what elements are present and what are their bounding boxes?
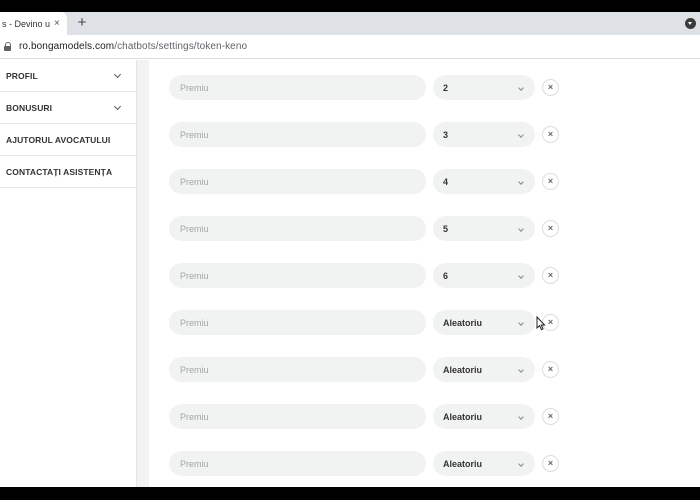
close-icon[interactable]: × (54, 18, 60, 29)
select-value: Aleatoriu (443, 411, 483, 422)
chevron-down-icon (518, 226, 524, 232)
close-icon: × (547, 364, 554, 374)
chevron-down-icon (518, 367, 524, 373)
prize-row: Aleatoriu × (149, 404, 700, 430)
chevron-down-icon (518, 85, 524, 91)
close-icon: × (547, 223, 554, 233)
remove-row-button[interactable]: × (542, 126, 559, 143)
sidebar: PROFIL BONUSURI AJUTORUL AVOCATULUI CONT… (0, 60, 137, 487)
chevron-down-icon (113, 102, 122, 110)
sidebar-item-profil[interactable]: PROFIL (0, 60, 136, 92)
chevron-down-icon (518, 132, 524, 138)
prize-value-select[interactable]: Aleatoriu (433, 404, 535, 429)
prize-value-select[interactable]: 3 (433, 122, 535, 147)
prize-row: 2 × (149, 75, 700, 101)
prize-input[interactable] (169, 404, 426, 429)
browser-tab[interactable]: s - Devino un × (0, 12, 67, 35)
chevron-down-icon (518, 461, 524, 467)
select-value: 2 (443, 82, 449, 93)
prize-value-select[interactable]: Aleatoriu (433, 310, 535, 335)
tab-title: s - Devino un (2, 18, 50, 29)
prize-row: Aleatoriu × (149, 451, 700, 477)
prize-input[interactable] (169, 451, 426, 476)
close-icon: × (547, 270, 554, 280)
sidebar-item-bonusuri[interactable]: BONUSURI (0, 92, 136, 124)
lock-icon[interactable] (4, 41, 12, 52)
tab-search-icon[interactable] (685, 18, 696, 29)
remove-row-button[interactable]: × (542, 173, 559, 190)
gutter (138, 60, 149, 487)
close-icon: × (547, 129, 554, 139)
prize-row: 5 × (149, 216, 700, 242)
close-icon: × (547, 176, 554, 186)
select-value: 5 (443, 223, 449, 234)
chevron-down-icon (518, 414, 524, 420)
prize-row: 4 × (149, 169, 700, 195)
prize-input[interactable] (169, 310, 426, 335)
remove-row-button[interactable]: × (542, 267, 559, 284)
select-value: Aleatoriu (443, 317, 483, 328)
prize-input[interactable] (169, 216, 426, 241)
page-content: PROFIL BONUSURI AJUTORUL AVOCATULUI CONT… (0, 60, 700, 487)
sidebar-item-label: PROFIL (6, 70, 38, 81)
prize-row: Aleatoriu × (149, 310, 700, 336)
select-value: Aleatoriu (443, 364, 483, 375)
prize-value-select[interactable]: Aleatoriu (433, 451, 535, 476)
close-icon: × (547, 317, 554, 327)
sidebar-item-label: AJUTORUL AVOCATULUI (6, 134, 111, 145)
prize-value-select[interactable]: 4 (433, 169, 535, 194)
prize-value-select[interactable]: 5 (433, 216, 535, 241)
tab-bar: s - Devino un × + (0, 12, 700, 35)
prize-input[interactable] (169, 75, 426, 100)
prize-row: 3 × (149, 122, 700, 148)
chevron-down-icon (113, 70, 122, 78)
url-host: ro.bongamodels.com (19, 41, 115, 52)
select-value: 6 (443, 270, 449, 281)
remove-row-button[interactable]: × (542, 79, 559, 96)
select-value: 3 (443, 129, 449, 140)
sidebar-item-label: BONUSURI (6, 102, 53, 113)
remove-row-button[interactable]: × (542, 361, 559, 378)
sidebar-item-ajutorul-avocatului[interactable]: AJUTORUL AVOCATULUI (0, 124, 136, 156)
sidebar-item-contactati-asistenta[interactable]: CONTACTAȚI ASISTENȚA (0, 156, 136, 188)
close-icon: × (547, 458, 554, 468)
url-path: /chatbots/settings/token-keno (114, 41, 248, 52)
remove-row-button[interactable]: × (542, 220, 559, 237)
url-text[interactable]: ro.bongamodels.com/chatbots/settings/tok… (19, 41, 247, 52)
address-bar[interactable]: ro.bongamodels.com/chatbots/settings/tok… (0, 35, 700, 59)
sidebar-item-label: CONTACTAȚI ASISTENȚA (6, 166, 113, 177)
prize-row: Aleatoriu × (149, 357, 700, 383)
prize-input[interactable] (169, 263, 426, 288)
prize-value-select[interactable]: Aleatoriu (433, 357, 535, 382)
select-value: Aleatoriu (443, 458, 483, 469)
remove-row-button[interactable]: × (542, 455, 559, 472)
chevron-down-icon (518, 273, 524, 279)
prize-input[interactable] (169, 122, 426, 147)
prize-input[interactable] (169, 169, 426, 194)
prize-value-select[interactable]: 6 (433, 263, 535, 288)
chevron-down-icon (518, 320, 524, 326)
close-icon: × (547, 82, 554, 92)
prize-row: 6 × (149, 263, 700, 289)
remove-row-button[interactable]: × (542, 408, 559, 425)
prize-input[interactable] (169, 357, 426, 382)
select-value: 4 (443, 176, 449, 187)
chevron-down-icon (518, 179, 524, 185)
browser-window: s - Devino un × + ro.bongamodels.com/cha… (0, 12, 700, 487)
new-tab-button[interactable]: + (74, 14, 90, 32)
prize-value-select[interactable]: 2 (433, 75, 535, 100)
prize-list: 2 × 3 × 4 × 5 × 6 × (149, 60, 700, 487)
close-icon: × (547, 411, 554, 421)
